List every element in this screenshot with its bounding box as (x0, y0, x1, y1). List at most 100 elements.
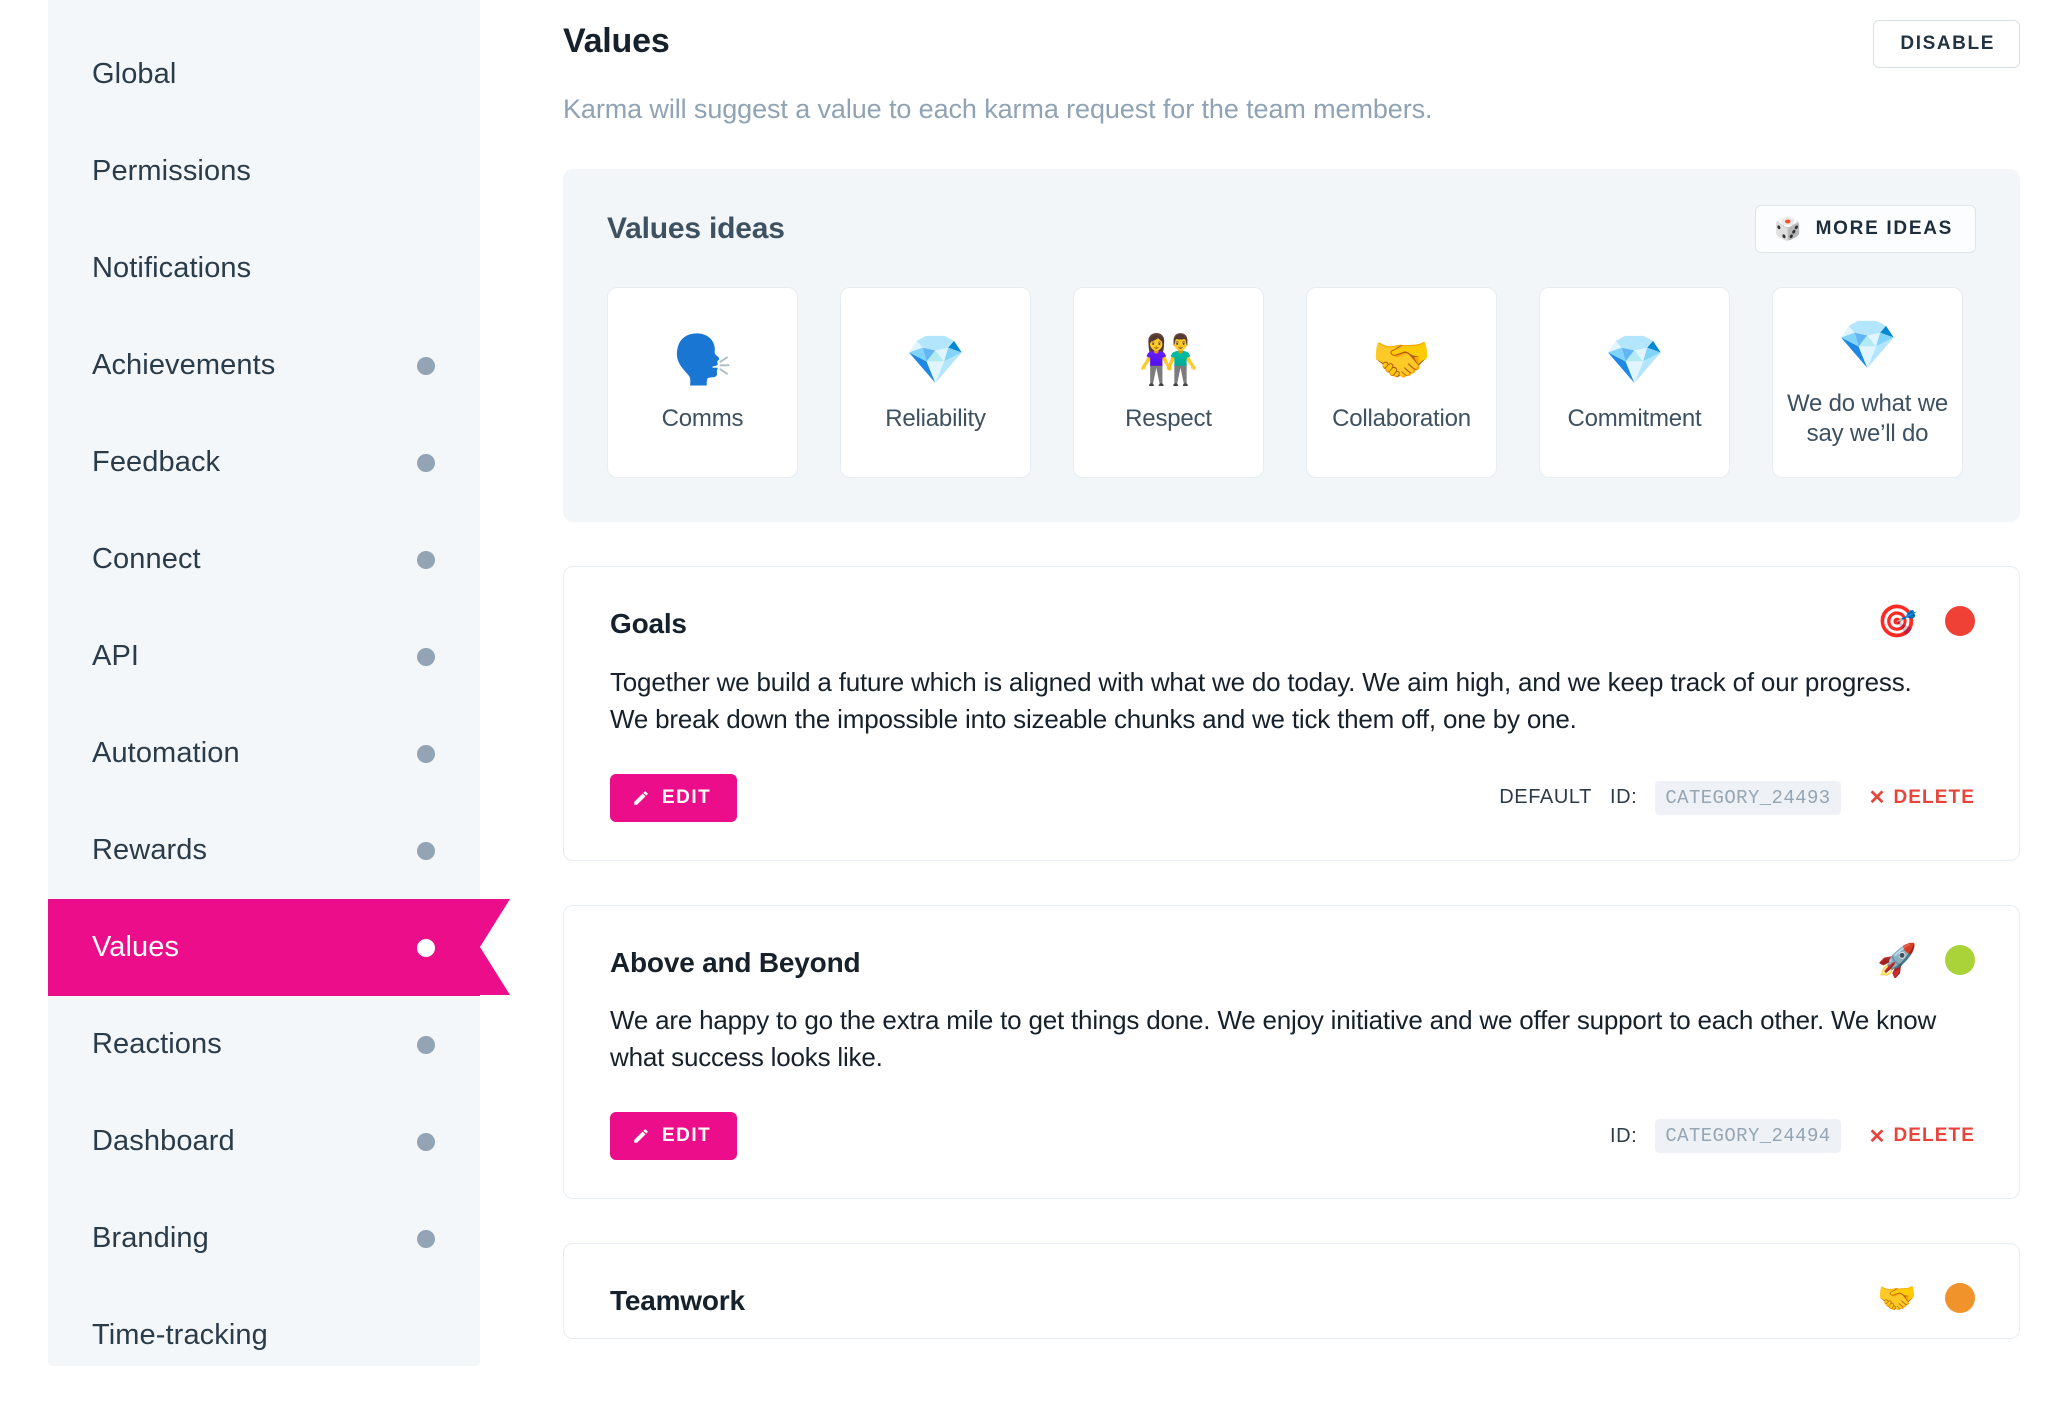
sidebar-item-label: Global (92, 58, 177, 90)
sidebar-item-notifications[interactable]: Notifications (48, 220, 480, 317)
sidebar-item-status-dot (417, 550, 435, 569)
value-idea-card[interactable]: 👫 Respect (1073, 287, 1264, 478)
value-idea-emoji-icon: 💎 (1604, 333, 1665, 387)
id-value: CATEGORY_24493 (1655, 780, 1841, 815)
dice-icon: 🎲 (1774, 216, 1802, 241)
value-card-title: Above and Beyond (610, 946, 861, 978)
default-badge: DEFAULT (1499, 786, 1592, 809)
value-idea-label: Commitment (1567, 404, 1702, 432)
value-card-badges: 🤝 (1877, 1282, 1975, 1314)
id-value: CATEGORY_24494 (1655, 1119, 1841, 1154)
values-ideas-header: Values ideas 🎲 MORE IDEAS (607, 205, 1976, 253)
value-card-description: Together we build a future which is alig… (610, 666, 1912, 734)
sidebar-item-status-dot (417, 938, 435, 957)
sidebar-item-status-dot (417, 1229, 435, 1248)
sidebar-item-label: Reactions (92, 1028, 222, 1060)
sidebar-item-rewards[interactable]: Rewards (48, 802, 480, 899)
value-card-description: We are happy to go the extra mile to get… (610, 1005, 1937, 1073)
value-idea-label: Comms (661, 404, 744, 432)
values-ideas-list: 🗣️ Comms 💎 Reliability 👫 Respect 🤝 Collaboratio… (607, 287, 1976, 478)
settings-sidebar: Global Permissions Notifications Achievemen… (48, 0, 510, 1366)
delete-button[interactable]: ✕ DELETE (1859, 1120, 1975, 1153)
value-card-title: Goals (610, 608, 687, 639)
sidebar-item-status-dot (417, 841, 435, 860)
sidebar-item-label: Achievements (92, 349, 276, 381)
sidebar-item-feedback[interactable]: Feedback (48, 414, 480, 511)
edit-label: EDIT (662, 786, 712, 808)
values-ideas-title: Values ideas (607, 212, 785, 245)
close-icon: ✕ (1868, 1125, 1887, 1148)
value-idea-card[interactable]: 🤝 Collaboration (1306, 287, 1497, 478)
sidebar-item-label: Automation (92, 737, 240, 769)
value-idea-emoji-icon: 🗣️ (672, 333, 733, 387)
sidebar-item-api[interactable]: API (48, 608, 480, 705)
delete-button[interactable]: ✕ DELETE (1859, 781, 1975, 814)
sidebar-item-global[interactable]: Global (48, 26, 480, 123)
sidebar-item-status-dot (417, 453, 435, 472)
sidebar-item-label: Branding (92, 1222, 209, 1254)
sidebar-item-status-dot (417, 1035, 435, 1054)
value-idea-card[interactable]: 💎 We do what we say we’ll do (1772, 287, 1963, 478)
value-idea-label: Reliability (885, 404, 986, 432)
values-settings-page: Global Permissions Notifications Achievemen… (0, 0, 2048, 1418)
edit-label: EDIT (662, 1125, 712, 1147)
close-icon: ✕ (1868, 787, 1887, 810)
sidebar-item-dashboard[interactable]: Dashboard (48, 1093, 480, 1190)
value-idea-card[interactable]: 💎 Commitment (1539, 287, 1730, 478)
sidebar-item-label: Values (92, 931, 180, 963)
value-card-color-dot (1945, 944, 1975, 975)
value-card-footer: EDIT ID: CATEGORY_24494 ✕ DELETE (610, 1112, 1975, 1161)
disable-button[interactable]: DISABLE (1873, 20, 2020, 68)
value-card-header: Teamwork 🤝 (610, 1282, 1975, 1317)
value-card-badges: 🎯 (1877, 605, 1975, 637)
more-ideas-label: MORE IDEAS (1815, 218, 1953, 239)
sidebar-item-label: Connect (92, 543, 201, 575)
sidebar-item-label: Time-tracking (92, 1319, 268, 1351)
value-card-emoji-icon: 🚀 (1877, 941, 1917, 978)
value-card: Above and Beyond 🚀 We are happy to go the … (563, 904, 2020, 1200)
value-card-meta: DEFAULT ID: CATEGORY_24493 ✕ DELETE (1499, 780, 1975, 815)
value-card: Goals 🎯 Together we build a future which i… (563, 566, 2020, 861)
values-list: Goals 🎯 Together we build a future which i… (563, 566, 2048, 1340)
value-idea-emoji-icon: 🤝 (1371, 333, 1432, 387)
sidebar-item-time-tracking[interactable]: Time-tracking (48, 1287, 480, 1384)
sidebar-item-connect[interactable]: Connect (48, 511, 480, 608)
delete-label: DELETE (1893, 1125, 1975, 1147)
sidebar-item-automation[interactable]: Automation (48, 705, 480, 802)
pencil-icon (634, 790, 648, 805)
value-card-color-dot (1945, 1283, 1975, 1314)
sidebar-item-label: API (92, 640, 140, 672)
sidebar-item-values[interactable]: Values (48, 899, 510, 996)
value-idea-card[interactable]: 🗣️ Comms (607, 287, 798, 478)
sidebar-item-permissions[interactable]: Permissions (48, 123, 480, 220)
sidebar-item-label: Notifications (92, 252, 252, 284)
sidebar-item-label: Permissions (92, 155, 252, 187)
id-label: ID: (1609, 1124, 1638, 1147)
value-idea-label: Collaboration (1332, 404, 1471, 432)
more-ideas-button[interactable]: 🎲 MORE IDEAS (1755, 205, 1976, 253)
pencil-icon (634, 1129, 648, 1143)
value-card-meta: ID: CATEGORY_24494 ✕ DELETE (1609, 1119, 1975, 1154)
sidebar-item-branding[interactable]: Branding (48, 1190, 480, 1287)
main-content: Values DISABLE Karma will suggest a valu… (563, 0, 2048, 1418)
value-card-header: Goals 🎯 (610, 605, 1975, 640)
value-card-footer: EDIT DEFAULT ID: CATEGORY_24493 ✕ DELETE (610, 773, 1975, 822)
value-idea-emoji-icon: 💎 (1837, 319, 1898, 373)
sidebar-item-status-dot (417, 1132, 435, 1151)
id-label: ID: (1609, 786, 1638, 809)
value-idea-card[interactable]: 💎 Reliability (840, 287, 1031, 478)
value-idea-label: Respect (1125, 404, 1212, 432)
page-subtitle: Karma will suggest a value to each karma… (563, 94, 1433, 124)
page-title: Values (563, 22, 670, 60)
edit-button[interactable]: EDIT (610, 773, 738, 822)
sidebar-item-status-dot (417, 744, 435, 763)
sidebar-item-label: Dashboard (92, 1125, 235, 1157)
value-card-title: Teamwork (610, 1285, 745, 1317)
edit-button[interactable]: EDIT (610, 1112, 738, 1161)
sidebar-item-achievements[interactable]: Achievements (48, 317, 480, 414)
sidebar-item-status-dot (417, 356, 435, 375)
value-card-badges: 🚀 (1877, 944, 1975, 976)
sidebar-item-reactions[interactable]: Reactions (48, 996, 480, 1093)
sidebar-item-label: Rewards (92, 834, 208, 866)
value-idea-emoji-icon: 👫 (1138, 333, 1199, 387)
